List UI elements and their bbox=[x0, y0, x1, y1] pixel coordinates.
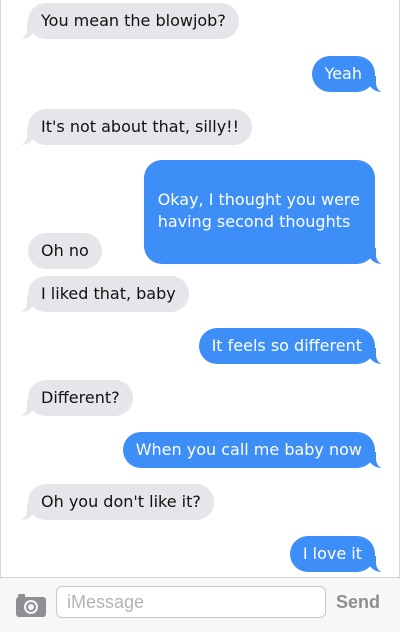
outgoing-message[interactable]: Okay, I thought you were having second t… bbox=[143, 160, 388, 265]
bubble-tail bbox=[15, 400, 35, 417]
bubble-tail bbox=[368, 248, 388, 265]
message-text: Oh you don't like it? bbox=[41, 492, 201, 511]
send-button[interactable]: Send bbox=[336, 592, 380, 613]
message-text: You mean the blowjob? bbox=[41, 11, 226, 30]
message-text: It's not about that, silly!! bbox=[41, 117, 239, 136]
message-text: Oh no bbox=[41, 241, 89, 260]
camera-icon[interactable] bbox=[15, 592, 47, 618]
message-text: I liked that, baby bbox=[41, 284, 176, 303]
outgoing-message[interactable]: When you call me baby now bbox=[122, 432, 388, 469]
bubble-tail bbox=[368, 348, 388, 365]
message-text: Different? bbox=[41, 388, 120, 407]
bubble-tail bbox=[368, 452, 388, 469]
message-text: Yeah bbox=[324, 64, 362, 83]
message-input-placeholder: iMessage bbox=[67, 592, 145, 612]
outgoing-message[interactable]: It feels so different bbox=[198, 328, 388, 365]
bubble-tail bbox=[15, 296, 35, 313]
incoming-message[interactable]: Different? bbox=[15, 380, 133, 417]
bubble-tail bbox=[15, 129, 35, 146]
message-text: I love it bbox=[302, 544, 362, 563]
incoming-message[interactable]: It's not about that, silly!! bbox=[15, 109, 252, 146]
bubble-tail bbox=[368, 556, 388, 573]
incoming-message[interactable]: Oh you don't like it? bbox=[15, 484, 214, 521]
message-text: When you call me baby now bbox=[135, 440, 362, 459]
message-thread: You mean the blowjob? Yeah It's not abou… bbox=[0, 0, 400, 631]
incoming-message[interactable]: Oh no bbox=[28, 233, 102, 269]
bubble-tail bbox=[15, 504, 35, 521]
message-input[interactable]: iMessage bbox=[56, 586, 326, 618]
outgoing-message[interactable]: Yeah bbox=[311, 56, 388, 93]
bubble-tail bbox=[15, 23, 35, 40]
incoming-message[interactable]: You mean the blowjob? bbox=[15, 3, 239, 40]
bubble-tail bbox=[368, 76, 388, 93]
message-text: It feels so different bbox=[211, 336, 362, 355]
message-composer: iMessage Send bbox=[0, 577, 400, 632]
message-text: Okay, I thought you were having second t… bbox=[157, 190, 360, 231]
outgoing-message[interactable]: I love it bbox=[289, 536, 388, 573]
incoming-message[interactable]: I liked that, baby bbox=[15, 276, 189, 313]
